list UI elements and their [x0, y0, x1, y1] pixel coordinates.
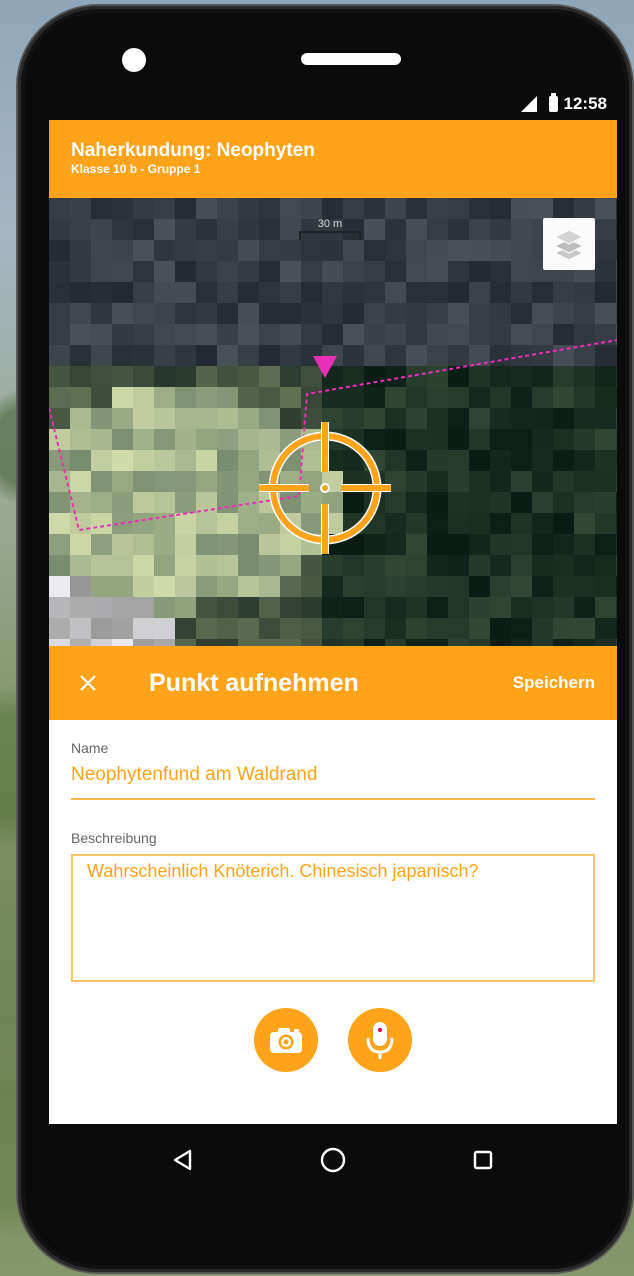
- battery-icon: [548, 93, 558, 112]
- media-actions: [71, 1008, 595, 1072]
- save-button[interactable]: Speichern: [513, 673, 595, 693]
- layers-icon: [553, 229, 585, 261]
- name-label: Name: [71, 740, 109, 756]
- camera-icon: [270, 1028, 302, 1053]
- status-bar: 12:58: [49, 88, 617, 120]
- close-icon: [80, 675, 96, 691]
- app-bar: Naherkundung: Neophyten Klasse 10 b - Gr…: [49, 120, 617, 198]
- scale-label: 30 m: [317, 218, 343, 230]
- crosshair-icon: [259, 422, 391, 554]
- map-view[interactable]: 30 m: [49, 198, 617, 646]
- microphone-button[interactable]: [348, 1008, 412, 1072]
- location-marker: [313, 356, 337, 378]
- app-subtitle: Klasse 10 b - Gruppe 1: [71, 162, 201, 176]
- layers-button[interactable]: [543, 218, 595, 270]
- camera-button[interactable]: [254, 1008, 318, 1072]
- home-icon[interactable]: [319, 1146, 347, 1174]
- app-title: Naherkundung: Neophyten: [71, 140, 315, 161]
- navigation-bar: [49, 1124, 617, 1196]
- signal-icon: [520, 96, 537, 112]
- recents-icon[interactable]: [471, 1148, 495, 1172]
- status-time: 12:58: [563, 94, 607, 113]
- point-form: Name Neophytenfund am Waldrand Beschreib…: [49, 720, 617, 1072]
- name-input[interactable]: Neophytenfund am Waldrand: [71, 764, 595, 800]
- close-button[interactable]: [69, 664, 107, 702]
- app-screen: Naherkundung: Neophyten Klasse 10 b - Gr…: [49, 120, 617, 1124]
- description-label: Beschreibung: [71, 830, 157, 846]
- back-icon[interactable]: [171, 1148, 195, 1172]
- description-textarea[interactable]: Wahrscheinlich Knöterich. Chinesisch jap…: [71, 854, 595, 982]
- map-overlay: [49, 339, 617, 554]
- front-camera: [122, 48, 146, 72]
- earpiece-speaker: [301, 53, 401, 65]
- map-scale: 30 m: [299, 218, 361, 240]
- scale-line: [299, 231, 361, 240]
- panel-title: Punkt aufnehmen: [149, 668, 359, 697]
- microphone-icon: [366, 1022, 394, 1059]
- panel-header: Punkt aufnehmen Speichern: [49, 646, 617, 720]
